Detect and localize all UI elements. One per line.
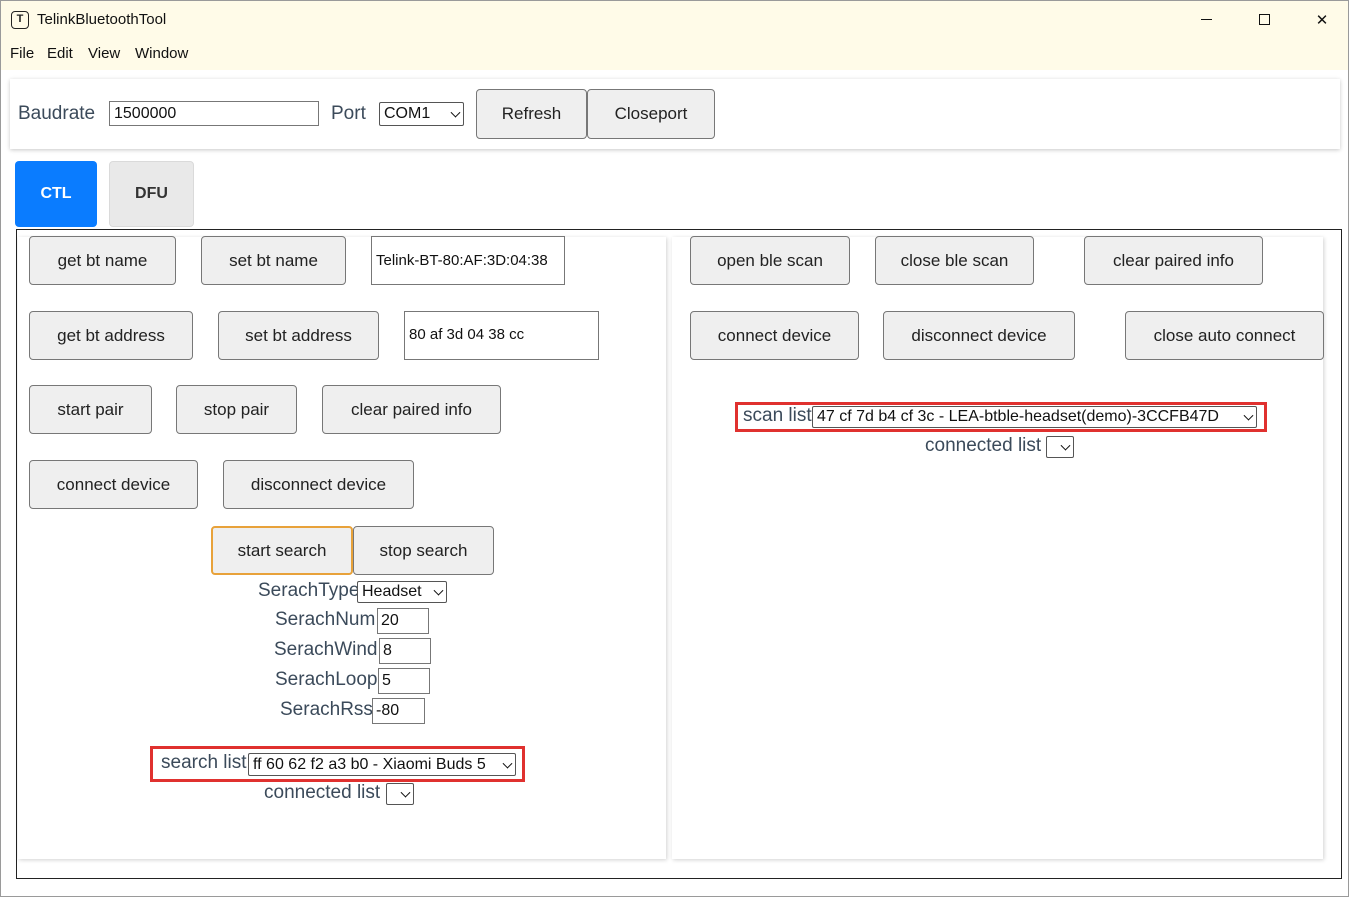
search-rssi-label: SerachRssi [280,699,378,720]
search-num-label: SerachNum [275,609,376,630]
close-icon: ✕ [1315,11,1329,29]
refresh-button[interactable]: Refresh [476,89,587,139]
minimize-button[interactable] [1177,1,1235,38]
search-list-label: search list [161,752,247,773]
get-bt-name-button[interactable]: get bt name [29,236,176,285]
chevron-down-icon [1243,410,1254,421]
start-search-button[interactable]: start search [211,526,353,575]
menu-window[interactable]: Window [135,45,188,62]
port-select[interactable]: COM1 [379,102,464,126]
baudrate-input[interactable]: 1500000 [109,101,319,126]
start-pair-button[interactable]: start pair [29,385,152,434]
tab-ctl[interactable]: CTL [15,161,97,227]
menu-view[interactable]: View [88,45,120,62]
scan-list-select[interactable]: 47 cf 7d b4 cf 3c - LEA-btble-headset(de… [812,406,1257,428]
scan-list-value: 47 cf 7d b4 cf 3c - LEA-btble-headset(de… [817,408,1219,425]
connected-list-label: connected list [264,782,381,803]
menu-file[interactable]: File [10,45,34,62]
search-wind-label: SerachWind [274,639,378,660]
close-auto-connect-button[interactable]: close auto connect [1125,311,1324,360]
disconnect-device-button[interactable]: disconnect device [223,460,414,509]
chevron-down-icon [502,758,513,769]
ble-connect-device-button[interactable]: connect device [690,311,859,360]
scan-list-label: scan list [743,405,812,426]
menu-bar: File Edit View Window [1,38,1348,70]
chevron-down-icon [400,787,411,798]
chevron-down-icon [1060,440,1071,451]
ble-connected-list-select[interactable] [1046,436,1074,458]
minimize-icon [1200,19,1212,20]
close-button[interactable]: ✕ [1293,1,1348,38]
search-wind-input[interactable]: 8 [379,638,431,664]
maximize-icon [1258,14,1270,25]
stop-search-button[interactable]: stop search [353,526,494,575]
bt-name-input[interactable]: Telink-BT-80:AF:3D:04:38 [371,236,565,285]
menu-edit[interactable]: Edit [47,45,73,62]
open-ble-scan-button[interactable]: open ble scan [690,236,850,285]
title-bar: T TelinkBluetoothTool ✕ [1,1,1348,38]
set-bt-address-button[interactable]: set bt address [218,311,379,360]
search-loop-input[interactable]: 5 [378,668,430,694]
search-type-select[interactable]: Headset [357,581,447,603]
clear-paired-info-button[interactable]: clear paired info [322,385,501,434]
window-title: TelinkBluetoothTool [37,11,167,28]
chevron-down-icon [433,585,444,596]
port-select-value: COM1 [384,105,431,122]
app-window: T TelinkBluetoothTool ✕ File Edit View W… [0,0,1349,897]
closeport-button[interactable]: Closeport [587,89,715,139]
search-list-select[interactable]: ff 60 62 f2 a3 b0 - Xiaomi Buds 5 [248,753,516,776]
stop-pair-button[interactable]: stop pair [176,385,297,434]
search-num-input[interactable]: 20 [377,608,429,634]
connected-list-select[interactable] [386,783,414,805]
ble-connected-list-label: connected list [925,435,1042,456]
maximize-button[interactable] [1235,1,1293,38]
bt-address-input[interactable]: 80 af 3d 04 38 cc [404,311,599,360]
connect-device-button[interactable]: connect device [29,460,198,509]
search-loop-label: SerachLoop [275,669,378,690]
tab-dfu[interactable]: DFU [109,161,194,227]
search-type-value: Headset [362,583,422,600]
app-logo-icon: T [11,11,29,29]
search-list-value: ff 60 62 f2 a3 b0 - Xiaomi Buds 5 [253,755,486,773]
search-type-label: SerachType [258,580,360,601]
search-rssi-input[interactable]: -80 [372,698,425,724]
chevron-down-icon [450,107,461,118]
close-ble-scan-button[interactable]: close ble scan [875,236,1034,285]
ble-clear-paired-info-button[interactable]: clear paired info [1084,236,1263,285]
ble-disconnect-device-button[interactable]: disconnect device [883,311,1075,360]
port-label: Port [331,103,366,124]
baudrate-label: Baudrate [18,103,96,124]
set-bt-name-button[interactable]: set bt name [201,236,346,285]
get-bt-address-button[interactable]: get bt address [29,311,193,360]
